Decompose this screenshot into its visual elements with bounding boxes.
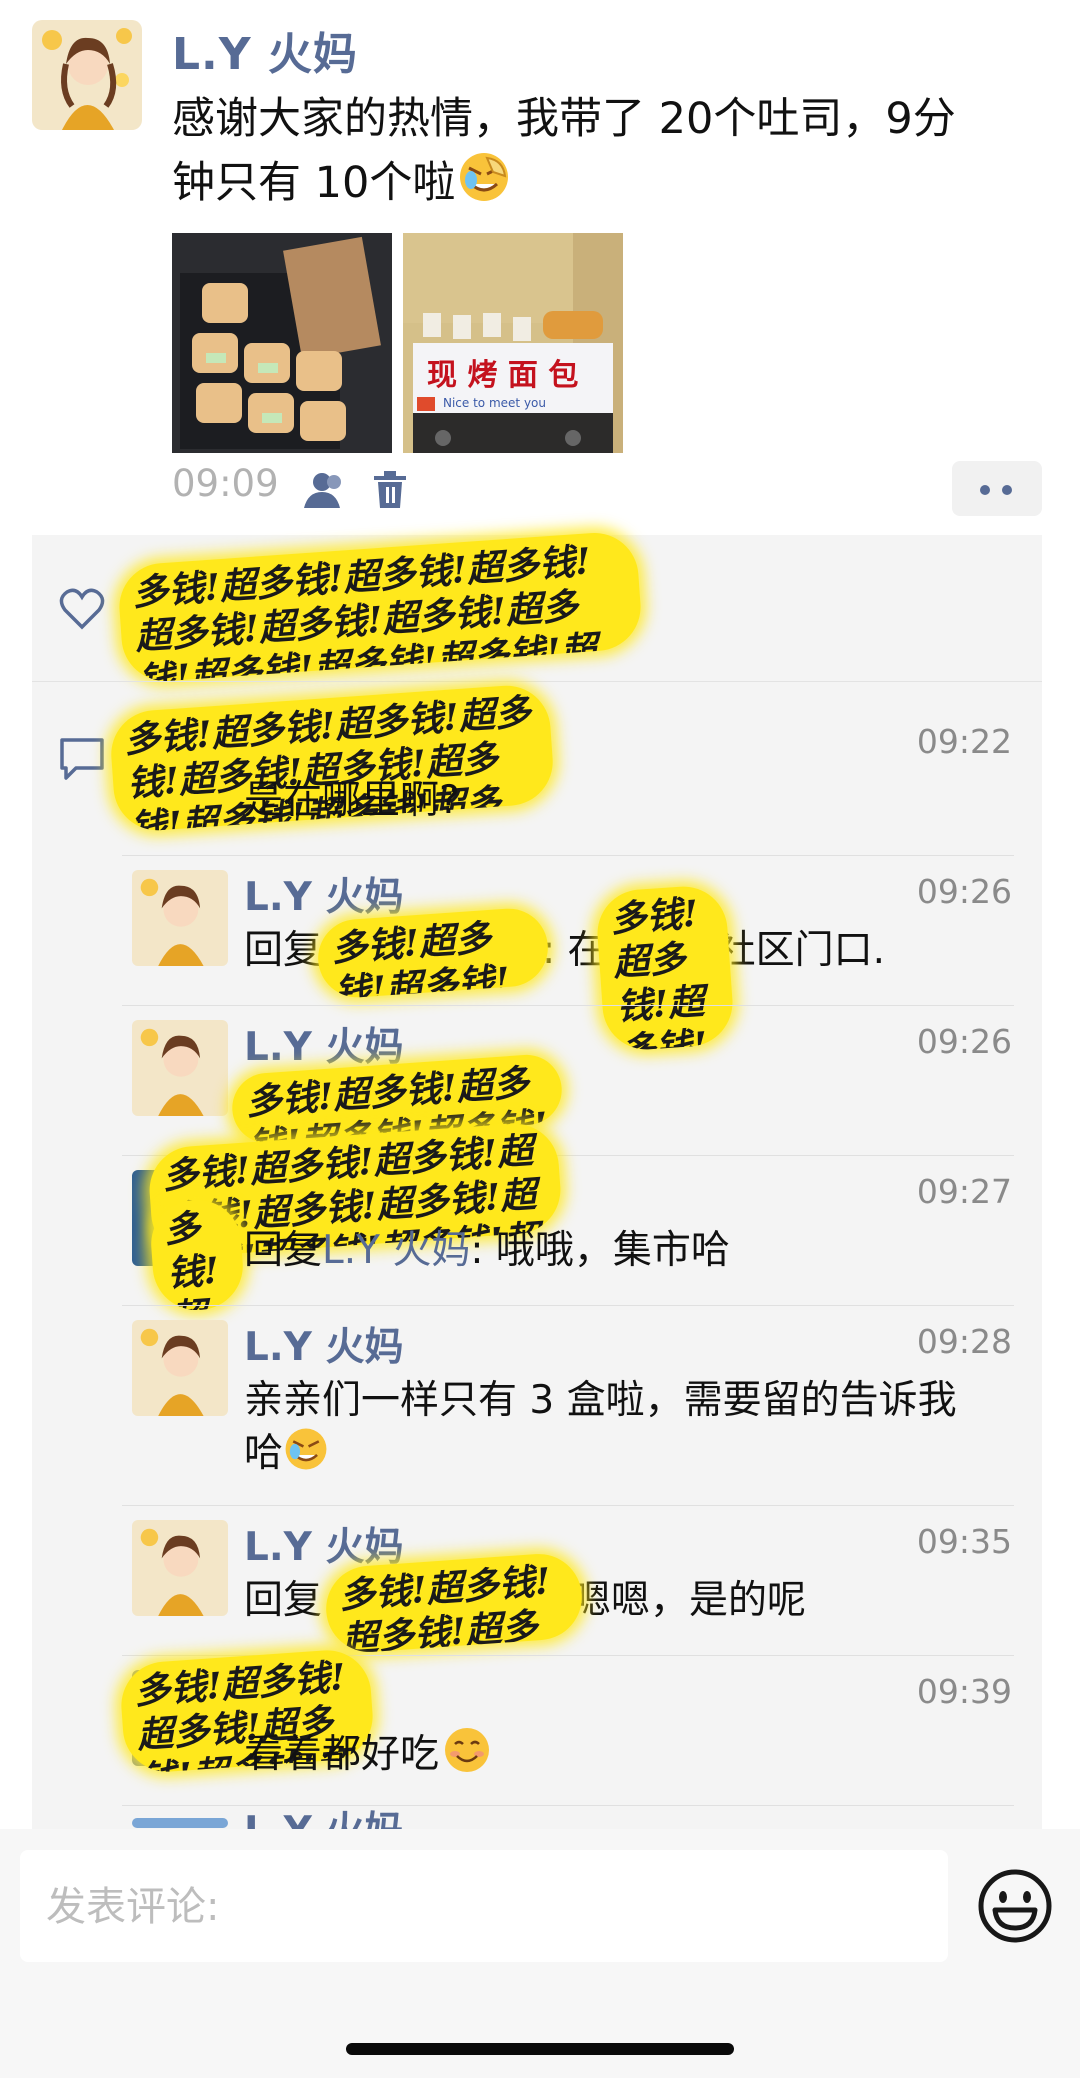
comment-timestamp: 09:35 — [916, 1522, 1012, 1561]
comment-timestamp: 09:28 — [916, 1322, 1012, 1361]
visibility-person-icon[interactable] — [300, 468, 344, 512]
censor-highlight: 多钱!超多钱!超多钱!超多钱!超多钱!超多钱!超多钱!超多钱!超多钱!超多钱!超… — [594, 883, 736, 1053]
comment-text-body: 看着都好吃 — [244, 1732, 440, 1777]
smiley-face-icon — [978, 1869, 1052, 1943]
author-avatar[interactable] — [132, 1020, 228, 1116]
comment-text-line1: 亲亲们一样只有 3 盒啦，需要留的告诉我 — [244, 1378, 957, 1423]
comment-author-name[interactable]: L.Y 火妈 — [244, 866, 404, 922]
reply-to-name[interactable]: L.Y 火妈 — [322, 1228, 470, 1273]
reply-prefix: 回复 — [244, 1578, 323, 1623]
facepalm-emoji-icon — [457, 150, 511, 221]
author-avatar[interactable] — [132, 1818, 228, 1828]
comment-author-name[interactable]: L.Y 火妈 — [244, 1316, 404, 1372]
comment-divider — [122, 1505, 1014, 1506]
comment-text: 回复L.Y 火妈: 哦哦，集市哈 — [244, 1226, 1024, 1276]
comment-timestamp: 09:27 — [916, 1172, 1012, 1211]
post-photo-2[interactable]: 现 烤 面 包 Nice to meet you — [403, 233, 623, 453]
comment-bubble-icon — [58, 734, 106, 782]
comment-text-body: 嗯嗯，是的呢 — [572, 1578, 807, 1623]
heart-icon — [58, 585, 106, 633]
comment-divider — [122, 1305, 1014, 1306]
likes-divider — [32, 681, 1042, 682]
post-text-line1: 感谢大家的热情，我带了 20个吐司，9分 — [172, 94, 956, 144]
comment-divider — [122, 1005, 1014, 1006]
post-text-line2: 钟只有 10个啦 — [172, 158, 456, 208]
comment-text: 亲亲们一样只有 3 盒啦，需要留的告诉我 哈 — [244, 1376, 1024, 1485]
home-indicator[interactable] — [346, 2043, 734, 2055]
comment-text: 是在哪里啊? — [244, 778, 460, 823]
comment-text: 看着都好吃 — [244, 1726, 1024, 1787]
smile-emoji-icon — [443, 1726, 491, 1787]
comment-input[interactable] — [44, 1850, 928, 1964]
comment-text-line2: 哈 — [244, 1431, 284, 1476]
author-avatar[interactable] — [132, 870, 228, 966]
photo-banner-text: 现 烤 面 包 — [427, 358, 578, 393]
post-timestamp: 09:09 — [172, 462, 279, 505]
facepalm-emoji-icon — [283, 1426, 329, 1485]
censor-highlight: 多钱!超多钱!超多钱!超多钱!超多钱!超多钱!超多钱!超多钱!超多钱!超多钱!超… — [323, 1551, 585, 1655]
emoji-button[interactable] — [975, 1866, 1055, 1946]
author-avatar[interactable] — [132, 1320, 228, 1416]
comment-author-name[interactable]: L.Y 火妈 — [244, 1016, 404, 1072]
photo-banner-sub: Nice to meet you — [443, 396, 546, 410]
comment-timestamp: 09:26 — [916, 872, 1012, 911]
censor-highlight: 多钱!超多钱!超多钱!超多钱!超多钱!超多钱!超多钱!超多钱!超多钱!超多钱!超… — [315, 906, 551, 1000]
reply-prefix: 回复 — [244, 928, 323, 973]
comment-text-body: : 哦哦，集市哈 — [470, 1228, 730, 1273]
comment-author-name[interactable]: L.Y 火妈 — [244, 1516, 404, 1572]
author-avatar[interactable] — [32, 20, 142, 130]
comment-input-box[interactable] — [20, 1850, 948, 1964]
more-options-button[interactable] — [952, 461, 1042, 516]
post-photo-1[interactable] — [172, 233, 392, 453]
reply-prefix: 回复 — [244, 1228, 323, 1273]
comment-author-name[interactable]: L.Y 火妈 — [244, 1800, 404, 1829]
post-author-name[interactable]: L.Y 火妈 — [172, 18, 358, 82]
author-avatar[interactable] — [132, 1520, 228, 1616]
comment-text-part2: 社区门口. — [716, 928, 885, 973]
post-text: 感谢大家的热情，我带了 20个吐司，9分 钟只有 10个啦 — [172, 88, 1052, 221]
delete-trash-icon[interactable] — [368, 468, 412, 512]
comment-timestamp: 09:39 — [916, 1672, 1012, 1711]
comment-timestamp: 09:26 — [916, 1022, 1012, 1061]
comment-divider — [122, 855, 1014, 856]
comment-timestamp: 09:22 — [916, 722, 1012, 761]
